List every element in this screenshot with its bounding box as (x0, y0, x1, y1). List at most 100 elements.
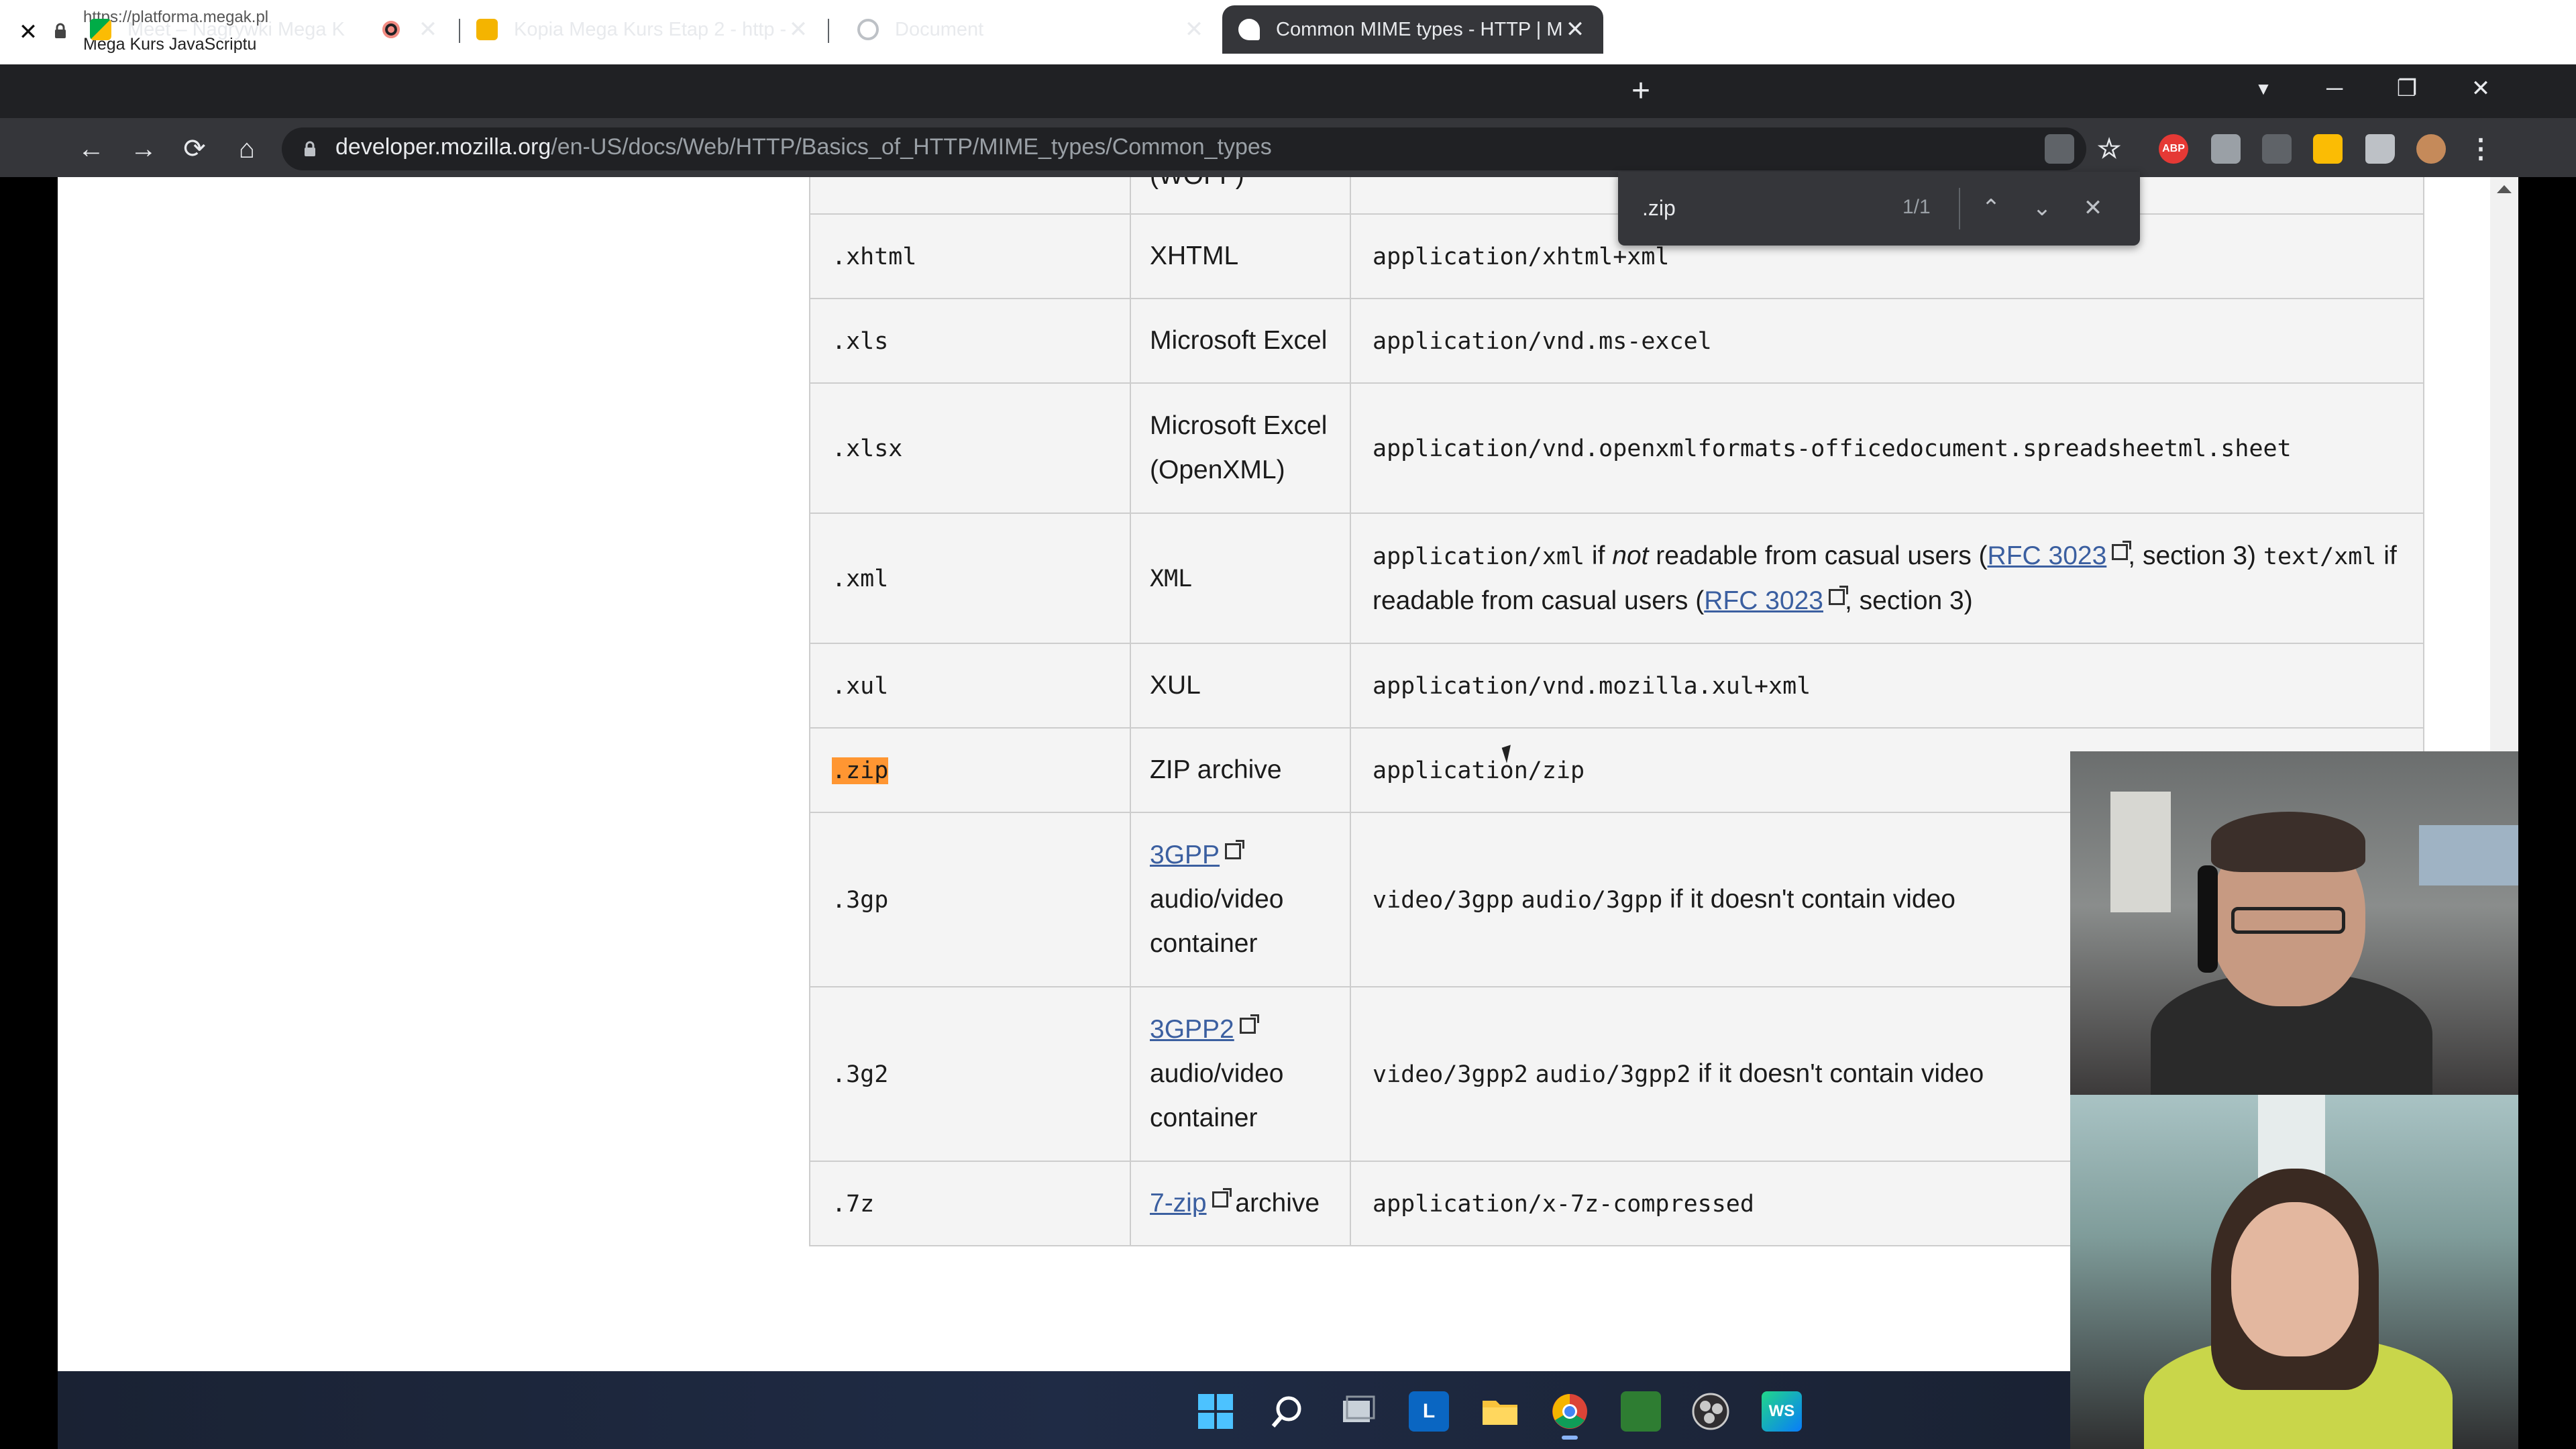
puzzle-icon[interactable] (2365, 134, 2395, 164)
tab-close-icon[interactable]: ✕ (1182, 16, 1206, 43)
external-link-icon (1239, 1014, 1259, 1034)
find-previous-icon[interactable]: ⌃ (1974, 191, 2008, 225)
tab-slides[interactable]: Kopia Mega Kurs Etap 2 - http - ✕ (460, 5, 826, 54)
bookmark-star-icon[interactable]: ☆ (2094, 134, 2124, 164)
external-link-icon (1225, 840, 1245, 859)
app-L-icon[interactable]: L (1409, 1391, 1449, 1432)
7zip-link[interactable]: 7-zip (1150, 1189, 1207, 1218)
obs-icon[interactable] (1690, 1391, 1731, 1432)
glasses (2231, 907, 2345, 934)
lens-icon[interactable] (2045, 134, 2074, 164)
tab-strip (0, 64, 2576, 118)
scroll-up-icon[interactable] (2497, 185, 2512, 193)
type-text: container (1150, 1104, 1258, 1132)
home-button[interactable]: ⌂ (231, 133, 263, 165)
photos-icon[interactable] (1621, 1391, 1661, 1432)
3gpp2-link[interactable]: 3GPP2 (1150, 1015, 1234, 1044)
type-cell: XHTML (1150, 241, 1239, 270)
find-next-icon[interactable]: ⌄ (2025, 191, 2059, 225)
tab-mime-types[interactable]: Common MIME types - HTTP | M ✕ (1222, 5, 1603, 54)
extension-cell: .xlsx (832, 435, 903, 462)
back-button[interactable]: ← (75, 133, 107, 165)
slides-icon (476, 19, 498, 40)
tab-close-icon[interactable]: ✕ (1563, 16, 1587, 43)
find-divider (1959, 188, 1960, 229)
type-cell: Microsoft Excel (1150, 326, 1328, 355)
table-row: .xhtml XHTML application/xhtml+xml (809, 213, 2424, 299)
extension-cell: .xls (832, 327, 889, 355)
webcam-feed-1 (2070, 751, 2518, 1095)
external-link-icon (2112, 540, 2132, 560)
minimize-button[interactable]: ─ (2308, 70, 2361, 107)
wall-poster (2110, 792, 2171, 912)
external-link-icon (1828, 585, 1848, 605)
new-tab-button[interactable]: + (1622, 72, 1660, 110)
person-hair (2211, 812, 2365, 872)
mime-cell: application/vnd.ms-excel (1373, 327, 1712, 355)
extension-cell-highlighted: .zip (832, 757, 889, 784)
tab-document[interactable]: Document ✕ (841, 5, 1222, 54)
google-meet-icon (90, 19, 111, 40)
app-close-icon[interactable]: ✕ (16, 20, 40, 44)
extension-glasses-icon[interactable] (2262, 134, 2292, 164)
globe-icon (857, 19, 879, 40)
find-input[interactable]: .zip (1642, 196, 1884, 221)
windows-start-icon[interactable] (1195, 1391, 1236, 1432)
tab-label: Document (895, 18, 984, 40)
type-text: container (1150, 929, 1258, 958)
find-close-icon[interactable]: ✕ (2076, 191, 2110, 225)
rfc-link[interactable]: RFC 3023 (1988, 541, 2107, 570)
external-link-icon (1212, 1188, 1232, 1208)
mime-cell: application/vnd.mozilla.xul+xml (1373, 672, 1811, 700)
menu-icon[interactable]: ⋮ (2466, 134, 2496, 164)
3gpp-link[interactable]: 3GPP (1150, 841, 1220, 869)
close-window-button[interactable]: ✕ (2454, 70, 2508, 107)
forward-button[interactable]: → (127, 133, 160, 165)
adblock-icon[interactable]: ABP (2159, 134, 2188, 164)
table-row: (WOFF) (809, 177, 2424, 215)
table-row: .xul XUL application/vnd.mozilla.xul+xml (809, 643, 2424, 729)
extension-cell: .7z (832, 1190, 875, 1218)
wall-picture (2419, 825, 2518, 885)
mime-text: , section 3) (1844, 586, 1973, 615)
extension-grey-icon[interactable] (2211, 134, 2241, 164)
extension-cell: .xml (832, 565, 889, 592)
address-host: developer.mozilla.org (335, 134, 551, 160)
profile-avatar[interactable] (2416, 134, 2446, 164)
extension-cell: .3g2 (832, 1061, 889, 1088)
address-url[interactable]: developer.mozilla.org/en-US/docs/Web/HTT… (335, 134, 1272, 160)
mime-cell: application/zip (1373, 757, 1585, 784)
mime-code: video/3gpp (1373, 886, 1514, 914)
extension-yellow-icon[interactable] (2313, 134, 2343, 164)
reload-button[interactable]: ⟳ (178, 133, 211, 165)
rfc-link[interactable]: RFC 3023 (1704, 586, 1823, 615)
mime-text: readable from casual users ( (1648, 541, 1988, 570)
extension-cell: .3gp (832, 886, 889, 914)
type-cell: XUL (1150, 671, 1201, 700)
table-row: .xls Microsoft Excel application/vnd.ms-… (809, 298, 2424, 384)
recording-icon (382, 21, 400, 38)
active-indicator (1562, 1436, 1578, 1440)
extension-cell: .xhtml (832, 243, 917, 270)
type-cell: 3GPP2 audio/video container (1130, 986, 1351, 1162)
mime-code: video/3gpp2 (1373, 1061, 1528, 1088)
type-cell: XML (1150, 565, 1193, 592)
type-cell-line2: (OpenXML) (1150, 455, 1285, 484)
search-icon[interactable] (1267, 1391, 1307, 1432)
restore-button[interactable]: ❐ (2380, 70, 2434, 107)
task-view-icon[interactable] (1338, 1391, 1378, 1432)
find-bar: .zip 1/1 ⌃ ⌄ ✕ (1618, 172, 2140, 246)
tab-label: Meet – Nagrywki Mega K (127, 18, 345, 40)
type-cell: ZIP archive (1150, 755, 1282, 784)
mime-code: application/xml (1373, 543, 1585, 570)
chrome-profile-icon[interactable]: ▼ (2237, 70, 2290, 107)
file-explorer-icon[interactable] (1480, 1391, 1520, 1432)
chrome-icon[interactable] (1550, 1391, 1590, 1432)
tab-close-icon[interactable]: ✕ (786, 16, 810, 43)
tab-close-icon[interactable]: ✕ (416, 16, 440, 43)
lock-icon (55, 23, 66, 38)
mime-cell: application/vnd.openxmlformats-officedoc… (1373, 435, 2292, 462)
webstorm-icon[interactable]: WS (1762, 1391, 1802, 1432)
tab-meet[interactable]: Meet – Nagrywki Mega K ✕ (74, 5, 456, 54)
headphones (2198, 865, 2218, 973)
